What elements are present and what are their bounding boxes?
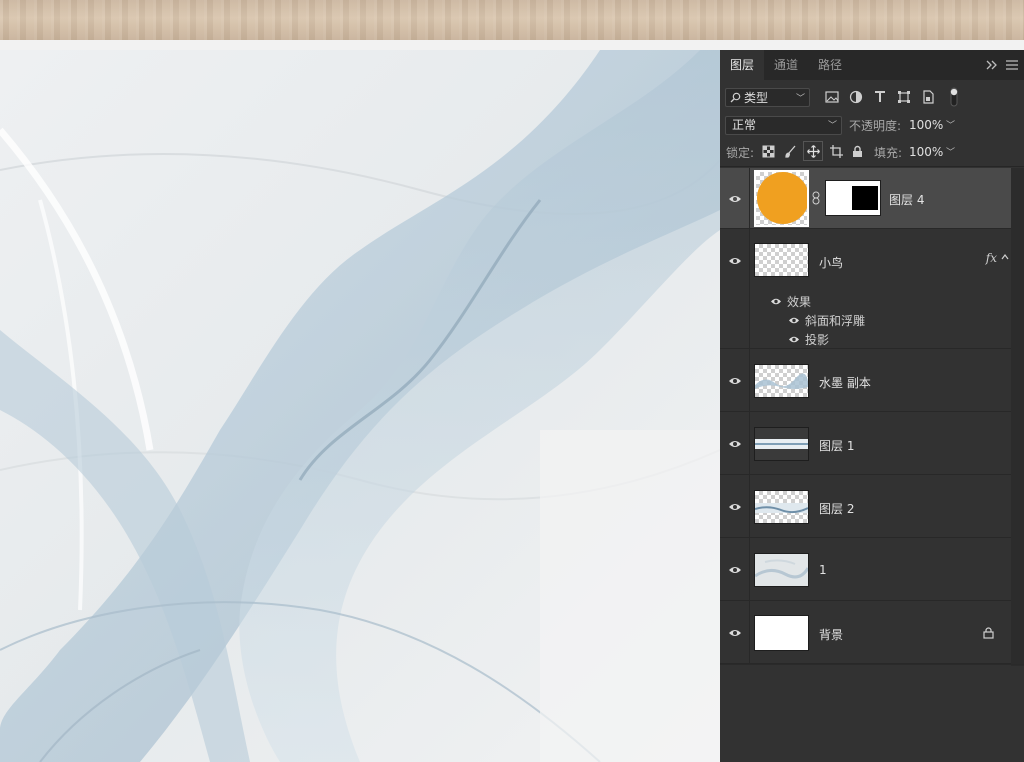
fx-badge[interactable]: fx <box>986 251 997 265</box>
layer-name[interactable]: 水墨 副本 <box>819 374 871 391</box>
layer-name[interactable]: 背景 <box>819 626 843 643</box>
layer-thumbnail <box>754 243 809 277</box>
blend-mode-value: 正常 <box>732 118 757 132</box>
chevron-up-icon[interactable] <box>1001 253 1009 261</box>
filter-row: 类型 ﹀ <box>720 83 1024 111</box>
layer-row[interactable]: 图层 4 <box>720 168 1011 229</box>
eye-icon[interactable] <box>728 194 742 204</box>
document-canvas[interactable] <box>0 50 720 762</box>
chevron-down-icon: ﹀ <box>827 121 837 131</box>
lock-transparent-pixels-icon[interactable] <box>762 145 775 158</box>
opacity-value: 100% <box>909 118 944 132</box>
layer-row[interactable]: 图层 2 <box>720 475 1011 538</box>
eye-icon[interactable] <box>788 316 800 325</box>
layer-thumbnail <box>754 553 810 587</box>
move-icon <box>807 145 820 158</box>
layer-thumbnail <box>754 170 809 227</box>
chevron-down-icon: ﹀ <box>945 121 955 131</box>
layer-name[interactable]: 图层 1 <box>819 437 854 454</box>
layer-thumbnail <box>754 427 809 461</box>
lock-image-pixels-icon[interactable] <box>784 145 797 158</box>
eye-icon[interactable] <box>770 297 782 306</box>
effects-label: 效果 <box>787 295 812 309</box>
divider <box>720 664 1024 665</box>
fill-field[interactable]: 100% ﹀ <box>906 143 960 162</box>
layer-row[interactable]: 小鸟 fx 效果 斜面和浮雕 投影 <box>720 229 1011 349</box>
link-icon[interactable] <box>812 191 820 205</box>
lock-artboard-icon[interactable] <box>830 145 843 158</box>
ink-wash-artwork <box>0 50 720 762</box>
eye-icon[interactable] <box>728 256 742 266</box>
eye-icon[interactable] <box>728 439 742 449</box>
effect-item[interactable]: 投影 <box>805 331 829 348</box>
effect-item[interactable]: 斜面和浮雕 <box>805 312 865 329</box>
layer-name[interactable]: 图层 2 <box>819 500 854 517</box>
fill-value: 100% <box>909 145 944 159</box>
eye-icon[interactable] <box>728 502 742 512</box>
layer-name[interactable]: 图层 4 <box>889 191 924 208</box>
opacity-field[interactable]: 100% ﹀ <box>906 116 960 135</box>
blend-mode-dropdown[interactable]: 正常 ﹀ <box>725 116 842 135</box>
layers-scrollbar[interactable] <box>1011 168 1024 666</box>
layer-filter-dropdown[interactable]: 类型 ﹀ <box>725 88 810 107</box>
type-layer-filter-icon[interactable] <box>873 90 887 104</box>
tab-layers[interactable]: 图层 <box>720 50 765 80</box>
wooden-wall-strip <box>0 0 1024 40</box>
layer-thumbnail <box>754 364 809 398</box>
search-icon <box>730 92 741 103</box>
tab-paths[interactable]: 路径 <box>808 50 852 80</box>
lock-icon[interactable] <box>983 627 994 639</box>
fill-label: 填充: <box>874 146 903 160</box>
layer-name[interactable]: 1 <box>819 563 827 577</box>
panel-menu-icon[interactable] <box>1006 60 1018 70</box>
layer-row[interactable]: 水墨 副本 <box>720 349 1011 412</box>
frame-edge <box>0 40 1024 50</box>
layers-panel: 图层 通道 路径 类型 ﹀ 正常 ﹀ 不透明度: 100% ﹀ 锁定: 填充: … <box>720 50 1024 762</box>
layer-row[interactable]: 图层 1 <box>720 412 1011 475</box>
layer-row[interactable]: 背景 <box>720 601 1011 664</box>
layer-mask-thumbnail[interactable] <box>825 180 881 216</box>
adjustment-layer-filter-icon[interactable] <box>849 90 863 104</box>
eye-icon[interactable] <box>728 628 742 638</box>
panel-tabs: 图层 通道 路径 <box>720 50 1024 80</box>
layer-name[interactable]: 小鸟 <box>819 254 843 271</box>
lock-label: 锁定: <box>726 146 755 160</box>
shape-layer-filter-icon[interactable] <box>897 90 911 104</box>
layer-thumbnail <box>754 490 809 524</box>
chevron-down-icon: ﹀ <box>945 148 955 158</box>
filter-toggle-switch[interactable] <box>949 87 959 107</box>
orange-circle-thumbnail <box>757 172 809 224</box>
eye-icon[interactable] <box>728 376 742 386</box>
lock-position-button[interactable] <box>803 141 823 161</box>
pixel-layer-filter-icon[interactable] <box>825 90 839 104</box>
divider <box>720 166 1024 167</box>
opacity-label: 不透明度: <box>849 119 902 133</box>
chevron-down-icon: ﹀ <box>795 94 805 104</box>
layer-row[interactable]: 1 <box>720 538 1011 601</box>
smart-object-filter-icon[interactable] <box>921 90 935 104</box>
eye-icon[interactable] <box>728 565 742 575</box>
filter-label: 类型 <box>744 91 769 105</box>
blend-row: 正常 ﹀ 不透明度: 100% ﹀ <box>720 111 1024 139</box>
collapse-panel-icon[interactable] <box>986 60 998 70</box>
lock-all-icon[interactable] <box>851 145 864 158</box>
lock-row: 锁定: 填充: 100% ﹀ <box>720 138 1024 166</box>
eye-icon[interactable] <box>788 335 800 344</box>
tab-channels[interactable]: 通道 <box>764 50 808 80</box>
layer-thumbnail <box>754 615 809 651</box>
